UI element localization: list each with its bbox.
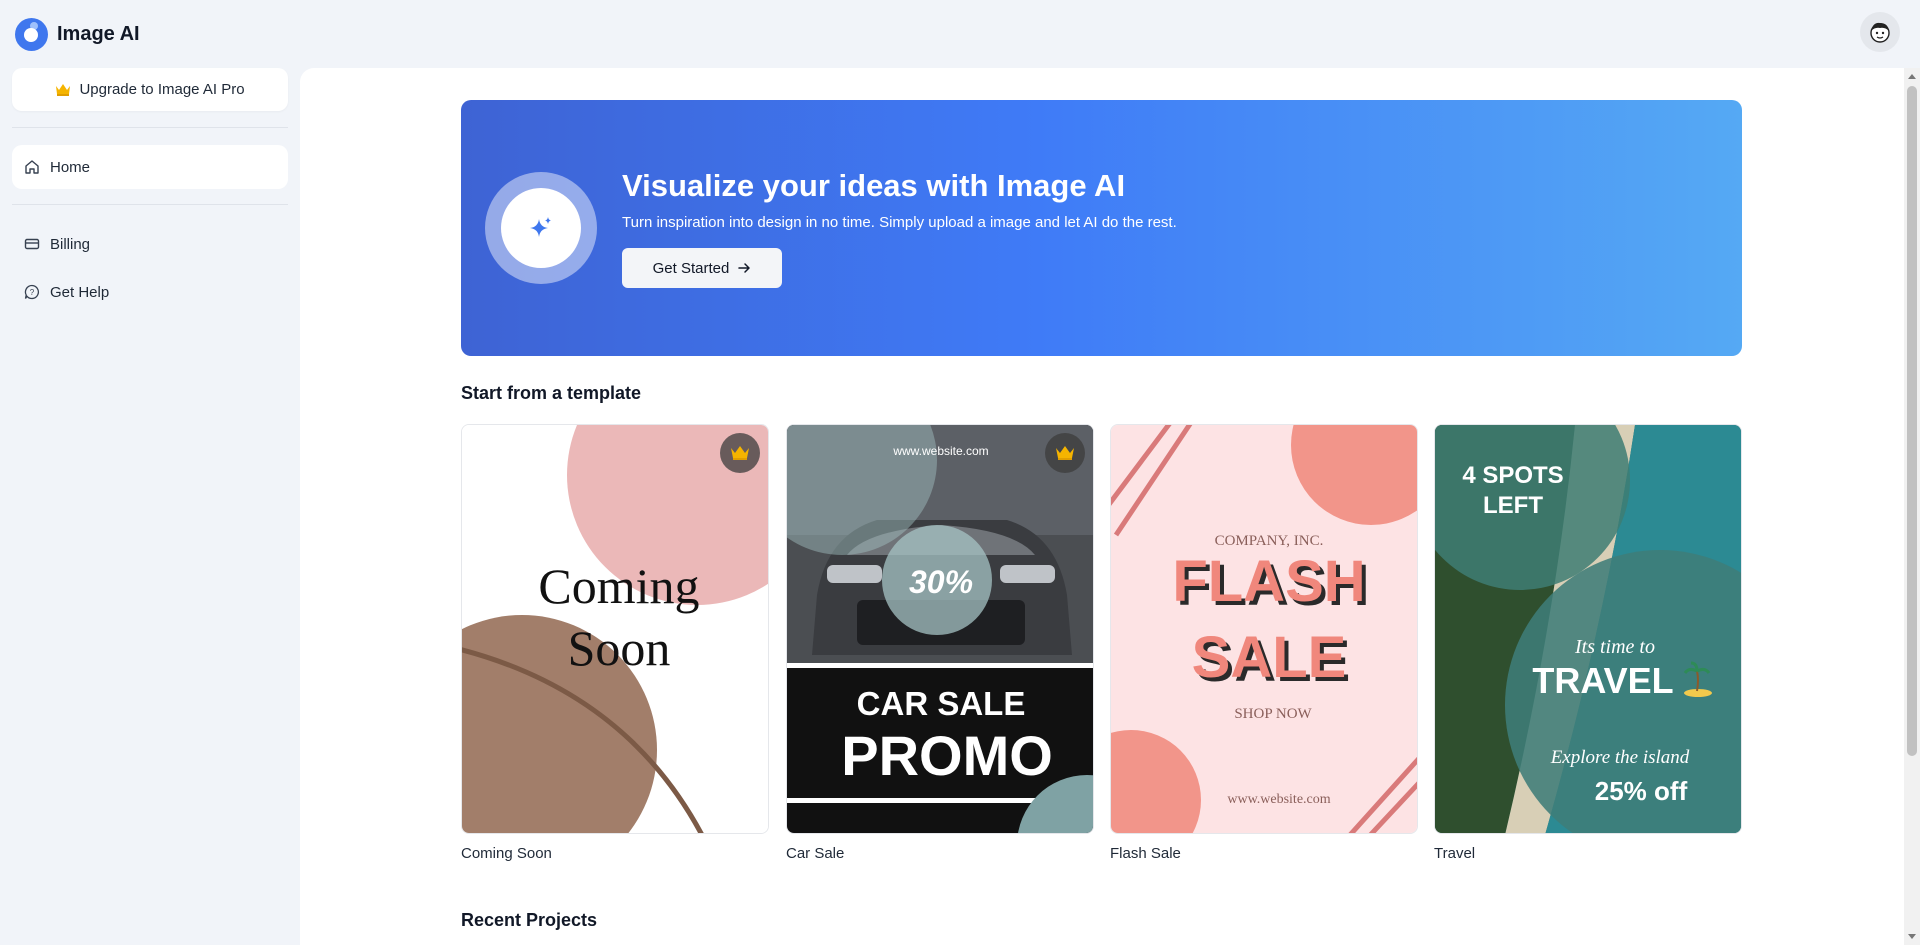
sidebar-divider xyxy=(12,204,288,205)
travel-headline: TRAVEL xyxy=(1532,660,1673,701)
get-started-button[interactable]: Get Started xyxy=(622,248,782,288)
template-label: Coming Soon xyxy=(461,845,552,862)
template-card-travel[interactable]: 4 SPOTS LEFT Its time to TRAVEL Explore … xyxy=(1434,424,1742,834)
hero-title: Visualize your ideas with Image AI xyxy=(622,168,1126,203)
flash-sale-line1: FLASH xyxy=(1172,549,1365,614)
car-sale-badge: 30% xyxy=(909,564,973,600)
templates-title: Start from a template xyxy=(461,383,642,403)
hero-icon-ring xyxy=(485,172,597,284)
template-label: Flash Sale xyxy=(1110,845,1181,862)
template-card-car-sale[interactable]: www.website.com 30% CAR SALE PROMO xyxy=(786,424,1094,834)
flash-sale-line2: SALE xyxy=(1192,625,1347,690)
sidebar-item-label: Get Help xyxy=(50,283,110,301)
main-scrollbar[interactable] xyxy=(1904,68,1920,945)
travel-spots-line2: LEFT xyxy=(1483,492,1543,519)
recent-projects-title: Recent Projects xyxy=(461,910,598,930)
car-sale-line1: CAR SALE xyxy=(857,685,1026,722)
top-bar: Image AI xyxy=(0,0,1920,68)
coming-soon-line1: Coming xyxy=(538,558,699,614)
upgrade-button[interactable]: Upgrade to Image AI Pro xyxy=(12,68,288,111)
main-content: Visualize your ideas with Image AI Turn … xyxy=(300,68,1904,945)
crown-icon xyxy=(1056,446,1074,460)
brand[interactable]: Image AI xyxy=(15,18,140,51)
sidebar-item-home[interactable]: Home xyxy=(12,145,288,189)
premium-badge xyxy=(1045,433,1085,473)
travel-script2: Explore the island xyxy=(1550,747,1690,768)
sparkles-icon xyxy=(530,217,551,237)
sidebar-item-billing[interactable]: Billing xyxy=(12,222,288,266)
template-card-flash-sale[interactable]: COMPANY, INC. FLASH FLASH SALE SALE SHOP… xyxy=(1110,424,1418,834)
sidebar-divider xyxy=(12,127,288,128)
template-label: Travel xyxy=(1434,845,1476,862)
car-sale-line2: PROMO xyxy=(841,724,1053,787)
image-ai-logo-icon xyxy=(15,18,48,51)
travel-artwork: 4 SPOTS LEFT Its time to TRAVEL Explore … xyxy=(1435,425,1741,833)
flash-sale-company: COMPANY, INC. xyxy=(1215,533,1324,549)
crown-icon xyxy=(56,84,71,96)
credit-card-icon xyxy=(24,236,40,252)
travel-script1: Its time to xyxy=(1574,636,1655,658)
scroll-down-arrow-icon[interactable] xyxy=(1908,934,1916,939)
car-sale-url: www.website.com xyxy=(892,444,988,458)
coming-soon-line2: Soon xyxy=(568,620,671,676)
upgrade-label: Upgrade to Image AI Pro xyxy=(79,81,245,98)
scroll-thumb[interactable] xyxy=(1907,86,1917,756)
hero-banner: Visualize your ideas with Image AI Turn … xyxy=(461,100,1742,356)
help-chat-icon: ? xyxy=(24,284,40,300)
sidebar-item-label: Billing xyxy=(50,235,91,253)
sidebar-item-label: Home xyxy=(50,158,91,176)
arrow-right-icon xyxy=(738,263,751,273)
flash-sale-artwork: COMPANY, INC. FLASH FLASH SALE SALE SHOP… xyxy=(1111,425,1417,833)
travel-offer: 25% off xyxy=(1595,776,1688,806)
flash-sale-url: www.website.com xyxy=(1227,792,1330,807)
flash-sale-cta: SHOP NOW xyxy=(1234,706,1312,722)
svg-text:?: ? xyxy=(30,288,35,297)
brand-name: Image AI xyxy=(57,23,140,45)
premium-badge xyxy=(720,433,760,473)
coming-soon-artwork: Coming Soon xyxy=(462,425,768,833)
crown-icon xyxy=(731,446,749,460)
avatar-face-icon xyxy=(1870,22,1890,43)
car-sale-artwork: www.website.com 30% CAR SALE PROMO xyxy=(787,425,1093,833)
get-started-label: Get Started xyxy=(652,259,730,277)
template-label: Car Sale xyxy=(786,845,845,862)
hero-subtitle: Turn inspiration into design in no time.… xyxy=(622,214,1177,231)
scroll-up-arrow-icon[interactable] xyxy=(1908,74,1916,79)
sidebar-item-get-help[interactable]: ? Get Help xyxy=(12,270,288,314)
user-avatar[interactable] xyxy=(1860,12,1900,52)
home-icon xyxy=(24,159,40,175)
hero-icon-circle xyxy=(501,188,581,268)
travel-spots-line1: 4 SPOTS xyxy=(1462,462,1563,489)
template-card-coming-soon[interactable]: Coming Soon xyxy=(461,424,769,834)
sidebar: Upgrade to Image AI Pro Home Billing ? G… xyxy=(0,68,300,945)
